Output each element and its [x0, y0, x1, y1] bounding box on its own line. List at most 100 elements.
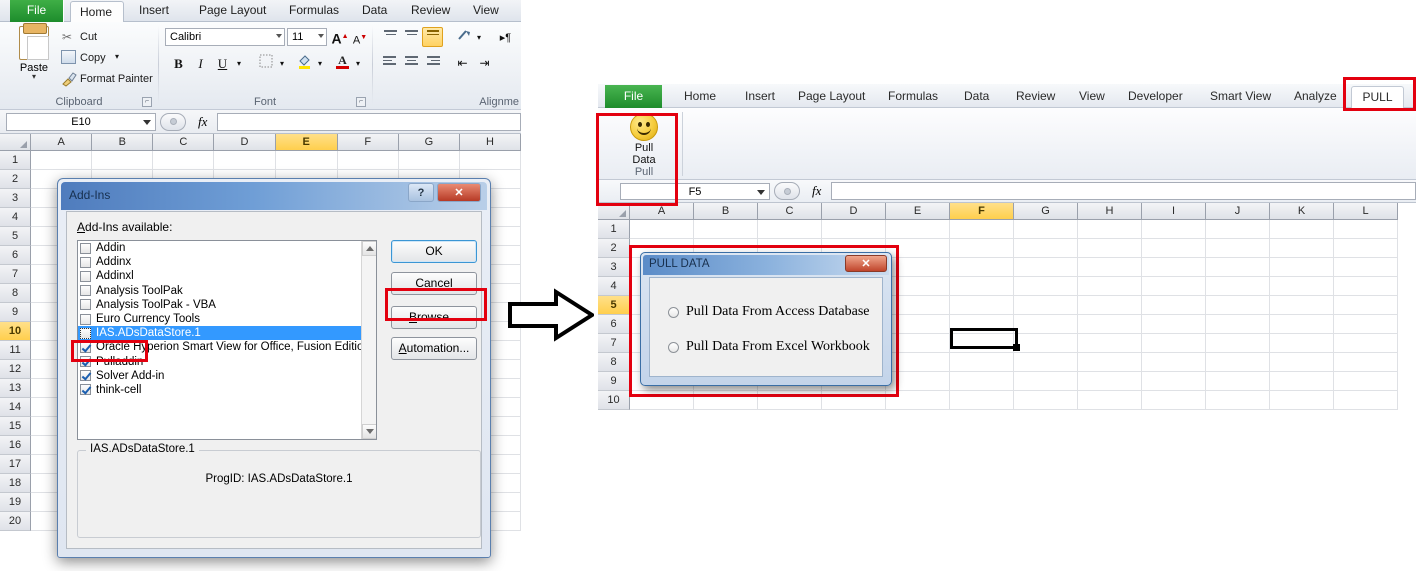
row-header-3[interactable]: 3: [598, 258, 630, 277]
chevron-down-icon[interactable]: ▾: [12, 73, 56, 81]
copy-chevron-down-icon[interactable]: ▾: [115, 52, 119, 61]
column-header-g[interactable]: G: [398, 134, 460, 151]
column-header-g[interactable]: G: [1014, 203, 1078, 220]
cell-G10[interactable]: [1014, 391, 1078, 410]
cell-H1[interactable]: [459, 151, 521, 170]
automation-button[interactable]: Automation...: [391, 337, 477, 360]
checkbox-icon[interactable]: [80, 384, 91, 396]
row-header-9[interactable]: 9: [0, 303, 32, 322]
cell-L8[interactable]: [1334, 353, 1398, 372]
cell-J10[interactable]: [1206, 391, 1270, 410]
select-all-corner[interactable]: [0, 134, 32, 151]
cell-A1[interactable]: [31, 151, 93, 170]
column-header-h[interactable]: H: [1078, 203, 1142, 220]
cell-H5[interactable]: [1078, 296, 1142, 315]
formula-input[interactable]: [217, 112, 521, 131]
column-header-h[interactable]: H: [459, 134, 521, 151]
checkbox-icon[interactable]: [80, 256, 91, 268]
cell-G3[interactable]: [1014, 258, 1078, 277]
cell-G1[interactable]: [1014, 220, 1078, 239]
cell-G8[interactable]: [1014, 353, 1078, 372]
cell-B1[interactable]: [92, 151, 154, 170]
row-header-10[interactable]: 10: [598, 391, 630, 410]
fill-color-button[interactable]: [294, 54, 315, 74]
cell-F10[interactable]: [950, 391, 1014, 410]
cell-C1[interactable]: [153, 151, 215, 170]
cell-F2[interactable]: [950, 239, 1014, 258]
row-header-5[interactable]: 5: [598, 296, 630, 315]
tab-file[interactable]: File: [10, 0, 64, 22]
cell-K10[interactable]: [1270, 391, 1334, 410]
cell-G2[interactable]: [1014, 239, 1078, 258]
active-cell-selection-marker[interactable]: [950, 328, 1020, 351]
cell-I4[interactable]: [1142, 277, 1206, 296]
cell-I7[interactable]: [1142, 334, 1206, 353]
checkbox-icon[interactable]: [80, 285, 91, 297]
row-header-2[interactable]: 2: [598, 239, 630, 258]
row-header-20[interactable]: 20: [0, 512, 32, 531]
row-header-6[interactable]: 6: [0, 246, 32, 265]
cell-H1[interactable]: [1078, 220, 1142, 239]
row-header-6[interactable]: 6: [598, 315, 630, 334]
list-item[interactable]: Addin: [78, 241, 361, 255]
column-header-j[interactable]: J: [1206, 203, 1270, 220]
grow-font-button[interactable]: A▲: [330, 27, 350, 47]
cell-J8[interactable]: [1206, 353, 1270, 372]
font-size-input[interactable]: 11: [287, 28, 327, 46]
decrease-indent-button[interactable]: ⇤: [452, 54, 473, 74]
cell-I8[interactable]: [1142, 353, 1206, 372]
tab-home[interactable]: Home: [70, 1, 124, 23]
cell-F1[interactable]: [950, 220, 1014, 239]
cell-F8[interactable]: [950, 353, 1014, 372]
cell-K8[interactable]: [1270, 353, 1334, 372]
cell-I2[interactable]: [1142, 239, 1206, 258]
list-item[interactable]: Addinxl: [78, 269, 361, 283]
column-header-b[interactable]: B: [694, 203, 758, 220]
cell-G9[interactable]: [1014, 372, 1078, 391]
orientation-chevron-down-icon[interactable]: ▾: [473, 28, 485, 48]
font-color-chevron-down-icon[interactable]: ▾: [352, 54, 364, 74]
bold-button[interactable]: B: [168, 54, 189, 74]
column-header-i[interactable]: I: [1142, 203, 1206, 220]
row-header-10[interactable]: 10: [0, 322, 32, 341]
tab-view[interactable]: View: [1071, 86, 1113, 108]
close-icon[interactable]: ✕: [845, 255, 887, 272]
cut-label[interactable]: Cut: [80, 31, 97, 43]
list-item[interactable]: Solver Add-in: [78, 369, 361, 383]
checkbox-icon[interactable]: [80, 242, 91, 254]
cell-L1[interactable]: [1334, 220, 1398, 239]
radio-pull-from-excel[interactable]: Pull Data From Excel Workbook: [668, 339, 870, 355]
chevron-down-icon[interactable]: [757, 189, 765, 195]
row-header-16[interactable]: 16: [0, 436, 32, 455]
tab-data[interactable]: Data: [353, 0, 396, 22]
format-painter-label[interactable]: Format Painter: [80, 73, 153, 85]
cell-H7[interactable]: [1078, 334, 1142, 353]
cell-K9[interactable]: [1270, 372, 1334, 391]
row-header-13[interactable]: 13: [0, 379, 32, 398]
tab-formulas[interactable]: Formulas: [280, 0, 348, 22]
cell-H2[interactable]: [1078, 239, 1142, 258]
row-header-15[interactable]: 15: [0, 417, 32, 436]
cell-J7[interactable]: [1206, 334, 1270, 353]
tab-review[interactable]: Review: [1008, 86, 1063, 108]
cell-H10[interactable]: [1078, 391, 1142, 410]
cell-K5[interactable]: [1270, 296, 1334, 315]
cell-L7[interactable]: [1334, 334, 1398, 353]
column-header-a[interactable]: A: [31, 134, 93, 151]
column-header-l[interactable]: L: [1334, 203, 1398, 220]
cell-I1[interactable]: [1142, 220, 1206, 239]
checkbox-icon[interactable]: [80, 270, 91, 282]
radio-button-icon[interactable]: [668, 306, 679, 318]
cell-J1[interactable]: [1206, 220, 1270, 239]
font-name-input[interactable]: Calibri: [165, 28, 285, 46]
tab-smart-view[interactable]: Smart View: [1202, 86, 1279, 108]
row-header-2[interactable]: 2: [0, 170, 32, 189]
tab-formulas[interactable]: Formulas: [880, 86, 946, 108]
column-header-c[interactable]: C: [153, 134, 215, 151]
formula-input[interactable]: [831, 182, 1416, 200]
row-header-4[interactable]: 4: [0, 208, 32, 227]
tab-insert[interactable]: Insert: [130, 0, 178, 22]
scroll-up-arrow-icon[interactable]: [362, 241, 376, 256]
cell-B1[interactable]: [694, 220, 758, 239]
cell-K2[interactable]: [1270, 239, 1334, 258]
